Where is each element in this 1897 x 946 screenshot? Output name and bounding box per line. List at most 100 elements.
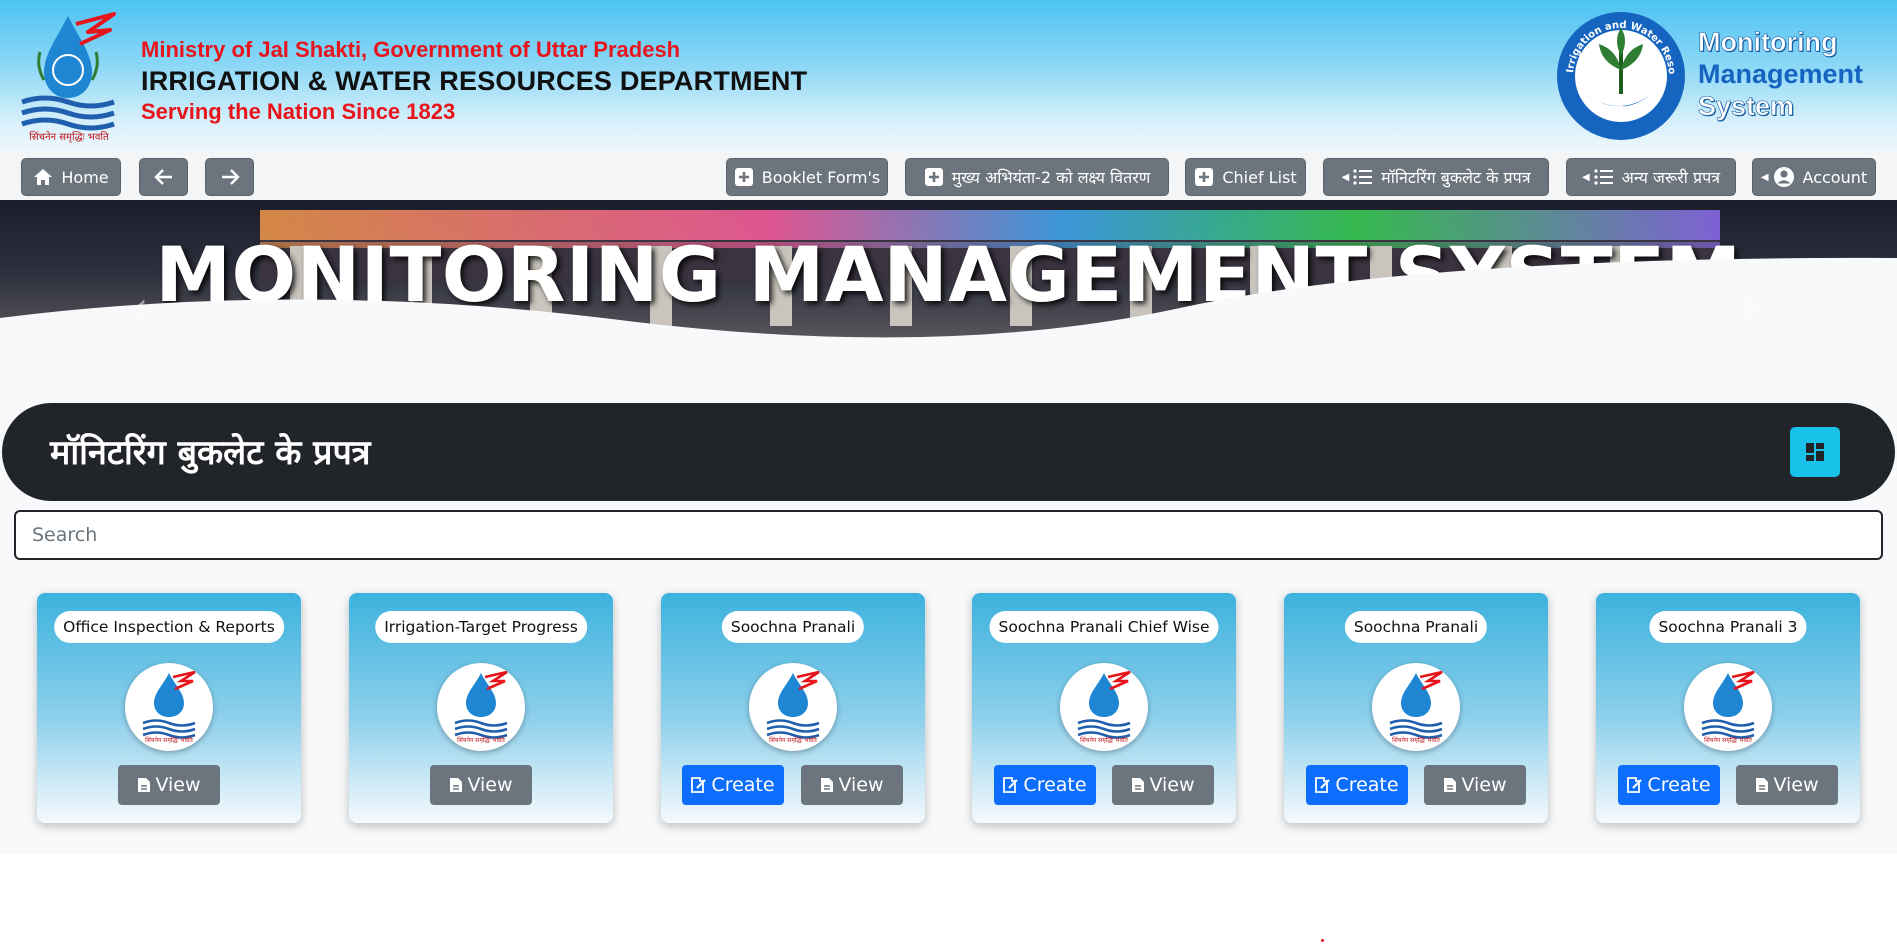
create-button[interactable]: Create xyxy=(1306,765,1408,805)
view-label: View xyxy=(1461,774,1507,796)
dashboard-icon xyxy=(1806,443,1824,461)
card-title: Soochna Pranali Chief Wise xyxy=(989,611,1219,643)
carousel-prev-icon[interactable]: ‹ xyxy=(134,286,148,326)
target-distribution-button[interactable]: मुख्य अभियंता-2 को लक्ष्य वितरण xyxy=(905,158,1169,196)
list-icon xyxy=(1353,169,1373,185)
plus-square-icon xyxy=(1195,168,1214,186)
section-title: मॉनिटरिंग बुकलेट के प्रपत्र xyxy=(50,433,371,473)
form-card: Office Inspection & Reports सिंचनेन समृद… xyxy=(37,593,301,823)
view-button[interactable]: View xyxy=(118,765,220,805)
ministry-title: Ministry of Jal Shakti, Government of Ut… xyxy=(141,37,681,62)
view-label: View xyxy=(155,774,201,796)
view-label: View xyxy=(467,774,513,796)
svg-text:सिंचनेन समृद्धिः भवति: सिंचनेन समृद्धिः भवति xyxy=(769,736,817,743)
file-icon xyxy=(450,778,463,792)
create-label: Create xyxy=(1023,774,1087,796)
chief-list-button[interactable]: Chief List xyxy=(1185,158,1306,196)
main-content: मॉनिटरिंग बुकलेट के प्रपत्र Office Inspe… xyxy=(0,370,1897,854)
home-icon xyxy=(34,169,53,185)
since-tagline: Serving the Nation Since 1823 xyxy=(141,99,456,124)
form-card: Soochna Pranali 3 सिंचनेन समृद्धिः भवति … xyxy=(1596,593,1860,823)
other-forms-dropdown[interactable]: ◀ अन्य जरूरी प्रपत्र xyxy=(1566,158,1736,196)
top-navbar: Home Booklet Form's मुख्य अभियंता-2 को ल… xyxy=(0,152,1897,200)
carousel-next-icon[interactable]: › xyxy=(1744,286,1758,326)
form-card: Soochna Pranali सिंचनेन समृद्धिः भवति Cr… xyxy=(661,593,925,823)
app-name-line2: Management xyxy=(1698,59,1864,89)
card-title: Office Inspection & Reports xyxy=(54,611,284,643)
home-button[interactable]: Home xyxy=(21,158,121,196)
site-header: सिंचनेन समृद्धिः भवति Ministry of Jal Sh… xyxy=(0,0,1897,152)
back-button[interactable] xyxy=(139,158,188,196)
card-title: Soochna Pranali xyxy=(721,611,865,643)
view-button[interactable]: View xyxy=(430,765,532,805)
app-name-line1: Monitoring xyxy=(1698,27,1838,58)
other-forms-label: अन्य जरूरी प्रपत्र xyxy=(1621,168,1721,187)
monitoring-booklet-dropdown[interactable]: ◀ मॉनिटरिंग बुकलेट के प्रपत्र xyxy=(1323,158,1549,196)
view-label: View xyxy=(1149,774,1195,796)
create-label: Create xyxy=(711,774,775,796)
create-button[interactable]: Create xyxy=(1618,765,1720,805)
account-dropdown[interactable]: ◀ Account xyxy=(1752,158,1876,196)
edit-file-icon xyxy=(691,777,707,793)
app-name-line3: System xyxy=(1698,91,1795,122)
file-icon xyxy=(821,778,834,792)
account-label: Account xyxy=(1802,167,1868,187)
file-icon xyxy=(1132,778,1145,792)
department-logo-icon: सिंचनेन समृद्धिः भवति xyxy=(1060,663,1148,751)
plus-square-icon xyxy=(924,168,943,186)
department-logo-icon: सिंचनेन समृद्धिः भवति xyxy=(1372,663,1460,751)
form-card: Soochna Pranali Chief Wise सिंचनेन समृद्… xyxy=(972,593,1236,823)
department-title: IRRIGATION & WATER RESOURCES DEPARTMENT xyxy=(141,66,808,96)
edit-file-icon xyxy=(1315,777,1331,793)
plus-square-icon xyxy=(734,168,753,186)
arrow-left-icon xyxy=(153,169,172,185)
list-icon xyxy=(1594,169,1613,185)
edit-file-icon xyxy=(1003,777,1019,793)
create-button[interactable]: Create xyxy=(994,765,1096,805)
svg-text:सिंचनेन समृद्धिः भवति: सिंचनेन समृद्धिः भवति xyxy=(1392,736,1440,743)
department-logo-icon: सिंचनेन समृद्धिः भवति xyxy=(749,663,837,751)
grid-view-button[interactable] xyxy=(1790,427,1840,477)
department-logo-icon: सिंचनेन समृद्धिः भवति xyxy=(1684,663,1772,751)
view-button[interactable]: View xyxy=(1424,765,1526,805)
view-button[interactable]: View xyxy=(801,765,903,805)
arrow-right-icon xyxy=(221,169,240,185)
file-icon xyxy=(1756,778,1769,792)
view-button[interactable]: View xyxy=(1736,765,1838,805)
chief-list-label: Chief List xyxy=(1222,167,1297,187)
decorative-dot xyxy=(1321,939,1324,942)
svg-text:सिंचनेन समृद्धिः भवति: सिंचनेन समृद्धिः भवति xyxy=(1704,736,1752,743)
booklet-forms-button[interactable]: Booklet Form's xyxy=(726,158,888,196)
search-input[interactable] xyxy=(14,510,1883,560)
view-button[interactable]: View xyxy=(1112,765,1214,805)
target-distribution-label: मुख्य अभियंता-2 को लक्ष्य वितरण xyxy=(951,168,1151,187)
svg-text:सिंचनेन समृद्धिः भवति: सिंचनेन समृद्धिः भवति xyxy=(145,736,193,743)
file-icon xyxy=(138,778,151,792)
svg-text:सिंचनेन समृद्धिः भवति: सिंचनेन समृद्धिः भवति xyxy=(1080,736,1128,743)
create-label: Create xyxy=(1335,774,1399,796)
svg-text:सिंचनेन समृद्धिः भवति: सिंचनेन समृद्धिः भवति xyxy=(29,131,109,143)
svg-text:सिंचनेन समृद्धिः भवति: सिंचनेन समृद्धिः भवति xyxy=(457,736,505,743)
department-logo[interactable]: सिंचनेन समृद्धिः भवति xyxy=(18,10,120,144)
caret-left-icon: ◀ xyxy=(1341,171,1350,183)
department-logo-icon: सिंचनेन समृद्धिः भवति xyxy=(437,663,525,751)
create-label: Create xyxy=(1647,774,1711,796)
department-logo-icon: सिंचनेन समृद्धिः भवति xyxy=(125,663,213,751)
card-title: Soochna Pranali 3 xyxy=(1649,611,1807,643)
caret-left-icon: ◀ xyxy=(1760,171,1769,183)
form-card: Soochna Pranali सिंचनेन समृद्धिः भवति Cr… xyxy=(1284,593,1548,823)
home-label: Home xyxy=(61,167,109,187)
monitoring-booklet-label: मॉनिटरिंग बुकलेट के प्रपत्र xyxy=(1381,168,1531,187)
booklet-forms-label: Booklet Form's xyxy=(761,167,881,187)
department-seal-logo: Irrigation and Water Resources Departmen… xyxy=(1550,2,1687,142)
header-text: Ministry of Jal Shakti, Government of Ut… xyxy=(141,36,807,126)
section-header: मॉनिटरिंग बुकलेट के प्रपत्र xyxy=(2,403,1895,501)
view-label: View xyxy=(1773,774,1819,796)
forward-button[interactable] xyxy=(205,158,254,196)
hero-banner: MONITORING MANAGEMENT SYSTEM ‹ › xyxy=(0,200,1897,370)
form-card: Irrigation-Target Progress सिंचनेन समृद्… xyxy=(349,593,613,823)
user-circle-icon xyxy=(1773,167,1794,187)
edit-file-icon xyxy=(1627,777,1643,793)
banner-wave xyxy=(0,257,1897,370)
create-button[interactable]: Create xyxy=(682,765,784,805)
